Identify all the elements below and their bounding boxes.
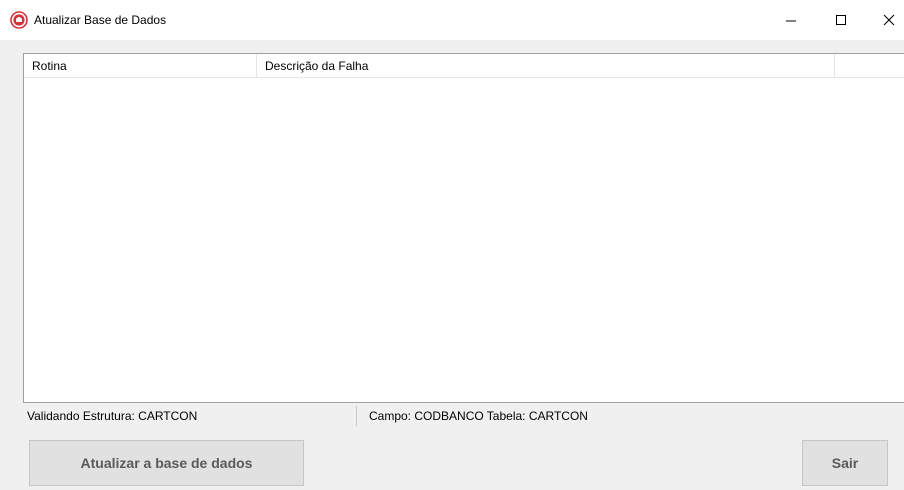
status-divider <box>356 406 357 426</box>
title-bar: Atualizar Base de Dados <box>0 0 904 40</box>
app-logo-icon <box>10 11 28 29</box>
maximize-button[interactable] <box>818 0 864 40</box>
failures-list[interactable]: Rotina Descrição da Falha <box>23 53 904 403</box>
minimize-icon <box>786 20 796 22</box>
exit-button[interactable]: Sair <box>802 440 888 486</box>
list-header: Rotina Descrição da Falha <box>24 54 904 78</box>
close-button[interactable] <box>866 0 904 40</box>
close-icon <box>883 14 895 26</box>
minimize-button[interactable] <box>768 0 814 40</box>
window-title: Atualizar Base de Dados <box>34 13 167 27</box>
status-validation-text: Validando Estrutura: CARTCON <box>27 409 198 423</box>
update-database-button[interactable]: Atualizar a base de dados <box>29 440 304 486</box>
column-header-rotina[interactable]: Rotina <box>24 54 257 77</box>
status-bar: Validando Estrutura: CARTCON Campo: CODB… <box>23 404 904 428</box>
maximize-icon <box>836 15 846 25</box>
column-header-descricao[interactable]: Descrição da Falha <box>257 54 835 77</box>
status-field-text: Campo: CODBANCO Tabela: CARTCON <box>369 409 588 423</box>
column-header-empty[interactable] <box>835 54 904 77</box>
